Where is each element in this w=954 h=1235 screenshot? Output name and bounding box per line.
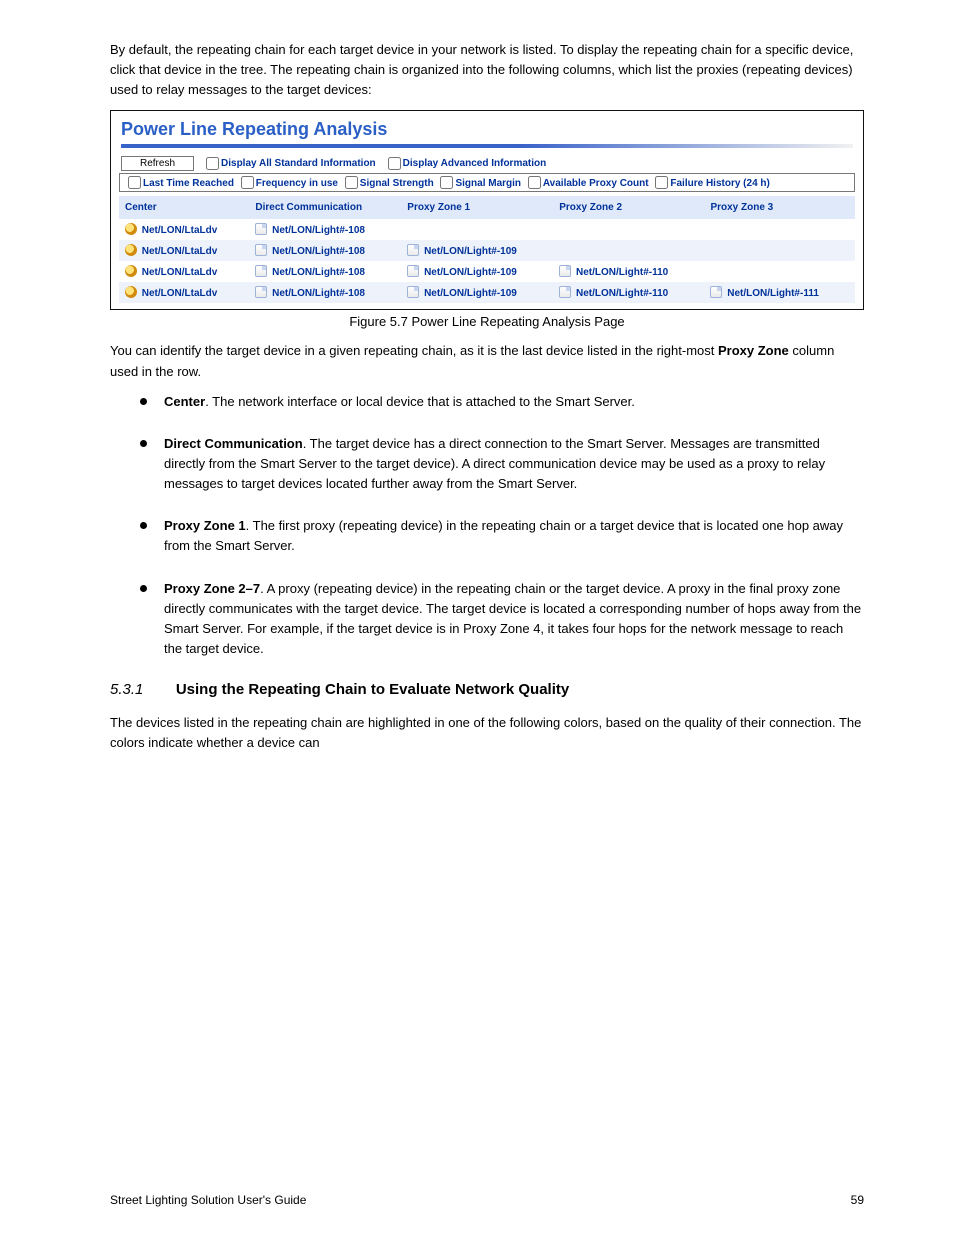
columns-list: Center. The network interface or local d…	[140, 392, 864, 659]
opt2-checkbox[interactable]	[345, 176, 358, 189]
file-icon	[407, 286, 419, 298]
repeating-grid: Center Direct Communication Proxy Zone 1…	[119, 196, 855, 303]
opt-std-label: Display All Standard Information	[221, 159, 376, 170]
panel-toolbar: Refresh Display All Standard Information…	[111, 156, 863, 173]
col-direct: Direct Communication	[249, 196, 401, 219]
file-icon	[255, 223, 267, 235]
intro-paragraph: By default, the repeating chain for each…	[110, 40, 864, 100]
section-number: 5.3.1	[110, 681, 143, 698]
table-cell: Net/LON/Light#-109	[401, 240, 553, 261]
list-item: Direct Communication. The target device …	[140, 434, 864, 494]
table-cell: Net/LON/LtaLdv	[119, 282, 249, 303]
opt2-label: Last Time Reached	[143, 178, 234, 189]
opt2-label: Signal Margin	[455, 178, 521, 189]
list-item: Proxy Zone 1. The first proxy (repeating…	[140, 516, 864, 556]
center-icon	[125, 223, 137, 235]
table-cell	[401, 219, 553, 240]
table-cell: Net/LON/Light#-110	[553, 282, 704, 303]
refresh-button[interactable]: Refresh	[121, 156, 194, 171]
opt2-label: Available Proxy Count	[543, 178, 649, 189]
file-icon	[710, 286, 722, 298]
col-center: Center	[119, 196, 249, 219]
analysis-panel: Power Line Repeating Analysis Refresh Di…	[110, 110, 864, 310]
table-cell: Net/LON/Light#-108	[249, 282, 401, 303]
file-icon	[559, 265, 571, 277]
table-cell: Net/LON/Light#-109	[401, 282, 553, 303]
opt2-label: Frequency in use	[256, 178, 338, 189]
opt-std-checkbox[interactable]	[206, 157, 219, 170]
table-cell: Net/LON/Light#-108	[249, 261, 401, 282]
table-cell: Net/LON/LtaLdv	[119, 240, 249, 261]
center-icon	[125, 244, 137, 256]
table-cell	[553, 219, 704, 240]
list-item: Proxy Zone 2–7. A proxy (repeating devic…	[140, 579, 864, 660]
opt-adv-wrap[interactable]: Display Advanced Information	[382, 157, 547, 170]
file-icon	[255, 265, 267, 277]
table-row[interactable]: Net/LON/LtaLdv Net/LON/Light#-108 Net/LO…	[119, 282, 855, 303]
list-item: Center. The network interface or local d…	[140, 392, 864, 412]
opt2-label: Signal Strength	[360, 178, 434, 189]
section-paragraph: The devices listed in the repeating chai…	[110, 713, 864, 753]
table-cell: Net/LON/Light#-110	[553, 261, 704, 282]
table-row[interactable]: Net/LON/LtaLdv Net/LON/Light#-108 Net/LO…	[119, 261, 855, 282]
col-pz2: Proxy Zone 2	[553, 196, 704, 219]
table-cell: Net/LON/Light#-108	[249, 240, 401, 261]
opt-std-wrap[interactable]: Display All Standard Information	[200, 157, 376, 170]
opt2-checkbox[interactable]	[655, 176, 668, 189]
footer-right: 59	[851, 1193, 864, 1207]
opt2-label: Failure History (24 h)	[670, 178, 769, 189]
footer-left: Street Lighting Solution User's Guide	[110, 1193, 306, 1207]
table-cell: Net/LON/Light#-111	[704, 282, 855, 303]
opt-adv-label: Display Advanced Information	[403, 159, 547, 170]
center-icon	[125, 265, 137, 277]
file-icon	[255, 286, 267, 298]
table-cell	[704, 261, 855, 282]
table-cell	[704, 219, 855, 240]
opt2-checkbox[interactable]	[440, 176, 453, 189]
center-icon	[125, 286, 137, 298]
table-cell: Net/LON/LtaLdv	[119, 219, 249, 240]
table-cell: Net/LON/Light#-109	[401, 261, 553, 282]
file-icon	[255, 244, 267, 256]
section-title: Using the Repeating Chain to Evaluate Ne…	[176, 681, 569, 698]
panel-title: Power Line Repeating Analysis	[111, 111, 863, 144]
table-row[interactable]: Net/LON/LtaLdv Net/LON/Light#-108 Net/LO…	[119, 240, 855, 261]
para2: You can identify the target device in a …	[110, 341, 864, 381]
panel-options-row: Last Time Reached Frequency in use Signa…	[119, 173, 855, 192]
file-icon	[407, 244, 419, 256]
panel-rule	[121, 144, 853, 148]
opt2-checkbox[interactable]	[528, 176, 541, 189]
table-cell	[704, 240, 855, 261]
opt2-checkbox[interactable]	[128, 176, 141, 189]
table-cell: Net/LON/Light#-108	[249, 219, 401, 240]
col-pz3: Proxy Zone 3	[704, 196, 855, 219]
opt2-checkbox[interactable]	[241, 176, 254, 189]
figure-caption: Figure 5.7 Power Line Repeating Analysis…	[110, 314, 864, 329]
col-pz1: Proxy Zone 1	[401, 196, 553, 219]
file-icon	[407, 265, 419, 277]
opt-adv-checkbox[interactable]	[388, 157, 401, 170]
table-cell	[553, 240, 704, 261]
table-row[interactable]: Net/LON/LtaLdv Net/LON/Light#-108	[119, 219, 855, 240]
table-cell: Net/LON/LtaLdv	[119, 261, 249, 282]
file-icon	[559, 286, 571, 298]
